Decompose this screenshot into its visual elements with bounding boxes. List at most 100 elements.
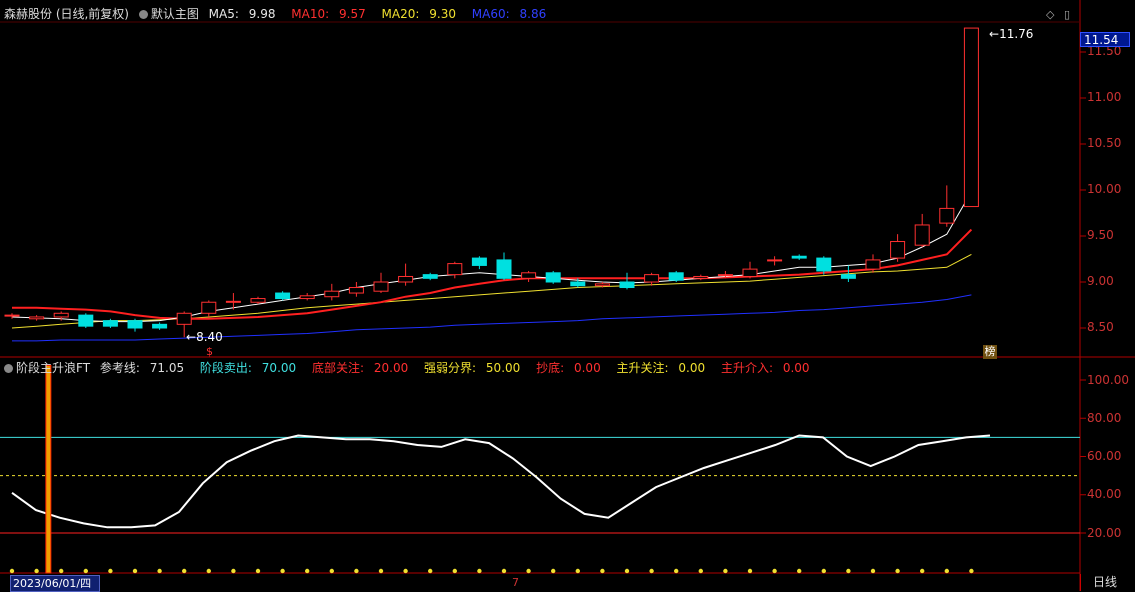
month-tick-label: 7 bbox=[512, 576, 519, 589]
candle-up bbox=[398, 275, 414, 283]
ref-label: 参考线: bbox=[99, 361, 140, 375]
candle-up bbox=[373, 281, 389, 292]
candle-up bbox=[447, 263, 463, 276]
ref-value: 71.05 bbox=[149, 361, 185, 375]
period-button[interactable]: 日线 bbox=[1080, 574, 1135, 591]
baseline-dot bbox=[305, 568, 310, 574]
candle-down bbox=[422, 274, 438, 279]
ind-tick-80: 80.00 bbox=[1087, 411, 1122, 425]
baseline-dot bbox=[501, 568, 507, 574]
rise-value: 0.00 bbox=[678, 361, 706, 375]
baseline-dot bbox=[231, 568, 236, 574]
candle-down bbox=[127, 320, 143, 329]
indicator-group bbox=[0, 364, 1080, 574]
baseline-dot bbox=[624, 568, 630, 574]
candle-up bbox=[594, 283, 610, 287]
ma20-value: 9.30 bbox=[429, 7, 456, 21]
bottom-value: 20.00 bbox=[373, 361, 409, 375]
chart-canvas[interactable] bbox=[0, 0, 1135, 591]
baseline-dot bbox=[452, 568, 457, 574]
baseline-dot bbox=[846, 568, 851, 574]
baseline-dot bbox=[772, 568, 777, 574]
ind-tick-20: 20.00 bbox=[1087, 526, 1122, 540]
candle-down bbox=[102, 320, 118, 327]
bang-marker[interactable]: 榜 bbox=[983, 345, 997, 359]
baseline-dot bbox=[157, 568, 162, 574]
price-tick-950: 9.50 bbox=[1087, 228, 1114, 242]
candle-down bbox=[545, 272, 561, 283]
price-tick-1000: 10.00 bbox=[1087, 182, 1122, 196]
ma10-label: MA10: bbox=[291, 7, 330, 21]
ma5-line bbox=[11, 191, 972, 323]
candle-down bbox=[791, 255, 807, 259]
candle-up bbox=[767, 259, 783, 262]
indicator-name[interactable]: 阶段主升浪FT bbox=[16, 361, 90, 375]
candle-up bbox=[299, 295, 315, 300]
candle-down bbox=[78, 314, 94, 327]
baseline-dot bbox=[59, 568, 64, 574]
baseline-dot bbox=[821, 568, 826, 574]
candle-up bbox=[644, 274, 660, 283]
baseline-dot bbox=[551, 568, 556, 574]
price-tick-1050: 10.50 bbox=[1087, 136, 1122, 150]
candle-up bbox=[225, 300, 241, 303]
panel-icon[interactable]: ▯ bbox=[1064, 8, 1070, 21]
candle-up bbox=[176, 312, 192, 325]
candle-up bbox=[4, 314, 20, 317]
baseline-dot bbox=[280, 568, 285, 574]
baseline-dot bbox=[920, 568, 925, 574]
template-dot-icon[interactable] bbox=[138, 10, 148, 19]
ma60-label: MA60: bbox=[471, 7, 510, 21]
baseline-dot bbox=[649, 568, 654, 574]
baseline-dot bbox=[108, 568, 113, 574]
candle-up bbox=[53, 312, 69, 318]
baseline-dot bbox=[895, 568, 900, 574]
indicator-line bbox=[11, 434, 991, 529]
stock-title[interactable]: 森赫股份 (日线,前复权) bbox=[4, 7, 129, 21]
diamond-icon[interactable]: ◇ bbox=[1046, 8, 1054, 21]
enter-label: 主升介入: bbox=[720, 361, 773, 375]
candle-up bbox=[963, 27, 979, 208]
candle-up bbox=[939, 207, 955, 224]
baseline-dot bbox=[34, 568, 39, 574]
ind-tick-60: 60.00 bbox=[1087, 449, 1122, 463]
baseline-dot bbox=[674, 568, 679, 574]
baseline-dot bbox=[378, 568, 384, 574]
baseline-dot bbox=[9, 568, 15, 574]
signal-bar bbox=[45, 364, 52, 574]
baseline-dot bbox=[403, 568, 408, 574]
candle-up bbox=[201, 301, 217, 314]
candles-group bbox=[4, 27, 979, 338]
baseline-dot bbox=[83, 568, 89, 574]
baseline-dot bbox=[526, 568, 531, 574]
template-name[interactable]: 默认主图 bbox=[151, 7, 199, 21]
candle-up bbox=[717, 274, 733, 277]
ma60-value: 8.86 bbox=[519, 7, 547, 21]
peak-price-label: ←11.76 bbox=[989, 27, 1034, 41]
current-price-tag: 11.54 bbox=[1080, 32, 1130, 47]
candle-up bbox=[865, 259, 881, 270]
baseline-dot bbox=[329, 568, 334, 574]
ma5-label: MA5: bbox=[208, 7, 239, 21]
main-chart-header: 森赫股份 (日线,前复权) 默认主图 MA5: 9.98 MA10: 9.57 … bbox=[4, 5, 558, 23]
candle-down bbox=[840, 274, 856, 279]
candle-down bbox=[275, 292, 291, 300]
baseline-dot bbox=[575, 568, 580, 574]
candle-down bbox=[668, 272, 684, 281]
candle-up bbox=[890, 241, 906, 259]
low-price-label: ←8.40 bbox=[186, 330, 223, 344]
candle-up bbox=[324, 290, 340, 298]
indicator-dot-icon[interactable] bbox=[4, 364, 13, 373]
candle-up bbox=[250, 298, 266, 303]
sell-value: 70.00 bbox=[261, 361, 297, 375]
baseline-dot bbox=[255, 568, 261, 574]
baseline-dot bbox=[797, 568, 802, 574]
low-value: 8.40 bbox=[196, 330, 223, 344]
price-tick-1100: 11.00 bbox=[1087, 90, 1122, 104]
ma5-value: 9.98 bbox=[248, 7, 276, 21]
dip-label: 抄底: bbox=[536, 361, 565, 375]
baseline-dot bbox=[944, 568, 949, 574]
dollar-marker[interactable]: $ bbox=[206, 345, 213, 358]
baseline-dot bbox=[747, 568, 753, 574]
candle-up bbox=[29, 316, 45, 320]
